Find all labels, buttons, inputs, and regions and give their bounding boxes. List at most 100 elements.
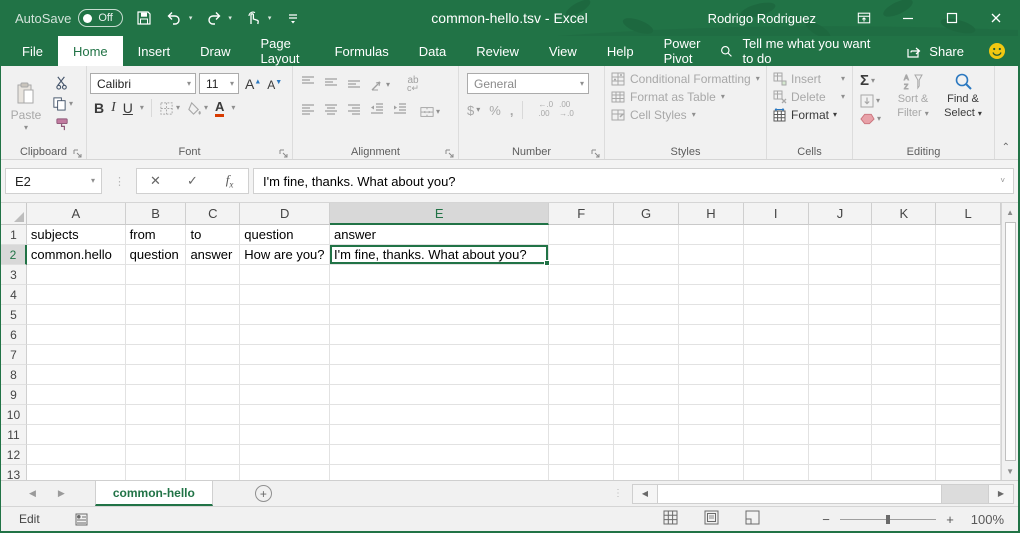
tab-file[interactable]: File xyxy=(7,36,58,66)
cell-H7[interactable] xyxy=(679,345,744,365)
cell-L3[interactable] xyxy=(936,265,1001,285)
save-icon[interactable] xyxy=(136,10,153,27)
prev-sheet-icon[interactable]: ◀ xyxy=(29,488,36,499)
cell-E8[interactable] xyxy=(330,365,549,385)
insert-dropdown-icon[interactable]: ▾ xyxy=(841,75,845,83)
col-header-L[interactable]: L xyxy=(936,203,1001,225)
cell-J6[interactable] xyxy=(809,325,873,345)
cell-D6[interactable] xyxy=(240,325,330,345)
user-name[interactable]: Rodrigo Rodriguez xyxy=(708,11,816,26)
borders-icon[interactable]: ▾ xyxy=(159,101,180,116)
row-header-4[interactable]: 4 xyxy=(1,285,27,305)
horizontal-scroll-track[interactable] xyxy=(658,484,988,504)
cell-C7[interactable] xyxy=(186,345,240,365)
row-header-2[interactable]: 2 xyxy=(1,245,27,265)
accounting-format-icon[interactable]: $▾ xyxy=(467,103,480,118)
cell-H3[interactable] xyxy=(679,265,744,285)
format-cells-button[interactable]: Format ▾ xyxy=(773,108,849,122)
tab-data[interactable]: Data xyxy=(404,36,461,66)
cell-I6[interactable] xyxy=(744,325,809,345)
cell-D10[interactable] xyxy=(240,405,330,425)
percent-style-icon[interactable]: % xyxy=(489,103,501,118)
row-header-13[interactable]: 13 xyxy=(1,465,27,480)
cell-I10[interactable] xyxy=(744,405,809,425)
macro-record-icon[interactable] xyxy=(74,512,89,527)
cell-J13[interactable] xyxy=(809,465,873,480)
conditional-formatting-button[interactable]: Conditional Formatting ▾ xyxy=(611,72,763,86)
cell-F9[interactable] xyxy=(549,385,614,405)
tab-help[interactable]: Help xyxy=(592,36,649,66)
touch-mouse-mode-icon[interactable] xyxy=(245,10,262,27)
cell-J5[interactable] xyxy=(809,305,873,325)
normal-view-icon[interactable] xyxy=(663,510,678,528)
cell-H9[interactable] xyxy=(679,385,744,405)
decrease-decimal-icon[interactable]: .00→.0 xyxy=(559,101,574,119)
cell-B10[interactable] xyxy=(126,405,187,425)
col-header-K[interactable]: K xyxy=(872,203,936,225)
cell-B2[interactable]: question xyxy=(126,245,187,265)
cell-G13[interactable] xyxy=(614,465,679,480)
new-sheet-icon[interactable]: + xyxy=(255,485,272,502)
col-header-G[interactable]: G xyxy=(614,203,679,225)
cell-A11[interactable] xyxy=(27,425,126,445)
redo-icon[interactable] xyxy=(205,10,222,27)
redo-dropdown-icon[interactable]: ▾ xyxy=(228,14,232,22)
align-middle-icon[interactable] xyxy=(324,75,338,94)
cell-K8[interactable] xyxy=(872,365,936,385)
copy-dropdown-icon[interactable]: ▾ xyxy=(69,100,73,108)
cell-F10[interactable] xyxy=(549,405,614,425)
cell-H8[interactable] xyxy=(679,365,744,385)
cell-I9[interactable] xyxy=(744,385,809,405)
cell-E12[interactable] xyxy=(330,445,549,465)
cell-L7[interactable] xyxy=(936,345,1001,365)
cell-K1[interactable] xyxy=(872,225,936,245)
number-format-select[interactable]: General▾ xyxy=(467,73,589,94)
cell-K6[interactable] xyxy=(872,325,936,345)
cell-F4[interactable] xyxy=(549,285,614,305)
cell-J8[interactable] xyxy=(809,365,873,385)
cell-E7[interactable] xyxy=(330,345,549,365)
row-header-10[interactable]: 10 xyxy=(1,405,27,425)
number-dialog-launcher-icon[interactable] xyxy=(591,146,601,156)
maximize-icon[interactable] xyxy=(930,0,974,36)
cell-I13[interactable] xyxy=(744,465,809,480)
cell-I4[interactable] xyxy=(744,285,809,305)
bold-button[interactable]: B xyxy=(94,100,104,116)
cell-A9[interactable] xyxy=(27,385,126,405)
cell-C11[interactable] xyxy=(186,425,240,445)
cell-K12[interactable] xyxy=(872,445,936,465)
cell-A12[interactable] xyxy=(27,445,126,465)
cell-G3[interactable] xyxy=(614,265,679,285)
cell-K10[interactable] xyxy=(872,405,936,425)
cell-B5[interactable] xyxy=(126,305,187,325)
undo-dropdown-icon[interactable]: ▾ xyxy=(189,14,193,22)
tab-view[interactable]: View xyxy=(534,36,592,66)
undo-icon[interactable] xyxy=(166,10,183,27)
row-header-1[interactable]: 1 xyxy=(1,225,27,245)
cell-H5[interactable] xyxy=(679,305,744,325)
align-right-icon[interactable] xyxy=(347,102,361,121)
cell-D9[interactable] xyxy=(240,385,330,405)
clipboard-dialog-launcher-icon[interactable] xyxy=(73,146,83,156)
row-header-3[interactable]: 3 xyxy=(1,265,27,285)
font-family-select[interactable]: Calibri▾ xyxy=(90,73,196,94)
cell-H10[interactable] xyxy=(679,405,744,425)
italic-button[interactable]: I xyxy=(111,100,116,116)
insert-function-icon[interactable]: fx xyxy=(211,172,248,190)
format-painter-icon[interactable] xyxy=(52,117,73,132)
col-header-F[interactable]: F xyxy=(549,203,614,225)
cell-I2[interactable] xyxy=(744,245,809,265)
horizontal-scroll-thumb[interactable] xyxy=(658,485,942,503)
cell-K11[interactable] xyxy=(872,425,936,445)
cell-H11[interactable] xyxy=(679,425,744,445)
insert-cells-button[interactable]: Insert ▾ xyxy=(773,72,849,86)
cell-L5[interactable] xyxy=(936,305,1001,325)
cell-D12[interactable] xyxy=(240,445,330,465)
find-select-button[interactable]: Find & Select ▾ xyxy=(938,72,988,143)
tab-home[interactable]: Home xyxy=(58,36,123,66)
cell-A5[interactable] xyxy=(27,305,126,325)
cell-E3[interactable] xyxy=(330,265,549,285)
cell-H4[interactable] xyxy=(679,285,744,305)
col-header-J[interactable]: J xyxy=(809,203,873,225)
zoom-in-icon[interactable]: + xyxy=(940,512,960,527)
